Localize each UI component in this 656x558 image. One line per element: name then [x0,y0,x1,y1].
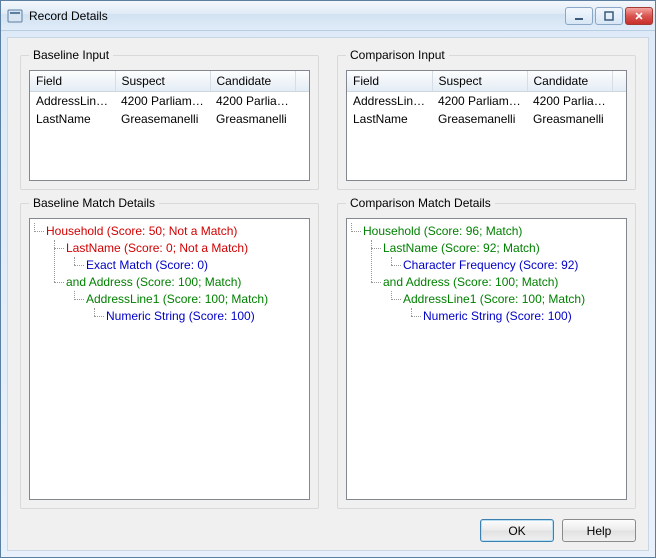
cell-suspect: 4200 Parliame... [432,92,527,111]
col-candidate[interactable]: Candidate [210,71,295,92]
tree-node[interactable]: Numeric String (Score: 100) [106,308,307,325]
table-row[interactable]: AddressLine1 4200 Parliame... 4200 Parli… [347,92,626,111]
col-candidate[interactable]: Candidate [527,71,612,92]
tree-node[interactable]: and Address (Score: 100; Match) AddressL… [383,274,624,325]
col-spacer [612,71,626,92]
col-suspect[interactable]: Suspect [115,71,210,92]
tree-label: Numeric String (Score: 100) [106,309,255,323]
tree-label: Exact Match (Score: 0) [86,258,208,272]
minimize-button[interactable] [565,7,593,25]
window: Record Details Baseline Input [0,0,656,558]
titlebar: Record Details [1,1,655,31]
baseline-input-list[interactable]: Field Suspect Candidate AddressLine1 420… [29,70,310,181]
tree-node[interactable]: LastName (Score: 92; Match) Character Fr… [383,240,624,274]
app-icon [7,8,23,24]
comparison-match-legend: Comparison Match Details [346,196,495,210]
cell-field: AddressLine1 [347,92,432,111]
window-title: Record Details [29,9,565,23]
baseline-match-legend: Baseline Match Details [29,196,159,210]
col-spacer [295,71,309,92]
help-button[interactable]: Help [562,519,636,542]
window-buttons [565,7,653,25]
tree-node[interactable]: AddressLine1 (Score: 100; Match) Numeric… [403,291,624,325]
table-header-row: Field Suspect Candidate [30,71,309,92]
col-field[interactable]: Field [30,71,115,92]
table-row[interactable]: LastName Greasemanelli Greasmanelli [347,110,626,128]
tree-node[interactable]: Character Frequency (Score: 92) [403,257,624,274]
comparison-match-tree[interactable]: Household (Score: 96; Match) LastName (S… [346,218,627,500]
tree-label: AddressLine1 (Score: 100; Match) [86,292,268,306]
tree-node[interactable]: Exact Match (Score: 0) [86,257,307,274]
tree-node[interactable]: Numeric String (Score: 100) [423,308,624,325]
baseline-input-group: Baseline Input Field Suspect Candidate [20,48,319,190]
tree-label: and Address (Score: 100; Match) [383,275,558,289]
tree-label: Household (Score: 96; Match) [363,224,522,238]
tree-label: LastName (Score: 92; Match) [383,241,540,255]
tree-label: AddressLine1 (Score: 100; Match) [403,292,585,306]
tree-label: Household (Score: 50; Not a Match) [46,224,237,238]
tree-node[interactable]: Household (Score: 96; Match) LastName (S… [363,223,624,325]
col-suspect[interactable]: Suspect [432,71,527,92]
tree-label: Numeric String (Score: 100) [423,309,572,323]
client-area: Baseline Input Field Suspect Candidate [7,37,649,551]
cell-field: LastName [30,110,115,128]
cell-candidate: Greasmanelli [210,110,295,128]
close-button[interactable] [625,7,653,25]
table-row[interactable]: AddressLine1 4200 Parliame... 4200 Parli… [30,92,309,111]
comparison-match-group: Comparison Match Details Household (Scor… [337,196,636,509]
maximize-button[interactable] [595,7,623,25]
col-field[interactable]: Field [347,71,432,92]
cell-suspect: Greasemanelli [432,110,527,128]
cell-field: AddressLine1 [30,92,115,111]
tree-label: and Address (Score: 100; Match) [66,275,241,289]
cell-suspect: Greasemanelli [115,110,210,128]
content-grid: Baseline Input Field Suspect Candidate [20,48,636,509]
baseline-match-tree[interactable]: Household (Score: 50; Not a Match) LastN… [29,218,310,500]
cell-field: LastName [347,110,432,128]
dialog-footer: OK Help [20,509,636,542]
cell-candidate: Greasmanelli [527,110,612,128]
table-row[interactable]: LastName Greasemanelli Greasmanelli [30,110,309,128]
comparison-input-table: Field Suspect Candidate AddressLine1 420… [347,71,626,128]
baseline-input-legend: Baseline Input [29,48,113,62]
table-header-row: Field Suspect Candidate [347,71,626,92]
tree-label: Character Frequency (Score: 92) [403,258,578,272]
tree-node[interactable]: AddressLine1 (Score: 100; Match) Numeric… [86,291,307,325]
tree-node[interactable]: LastName (Score: 0; Not a Match) Exact M… [66,240,307,274]
cell-candidate: 4200 Parliame... [210,92,295,111]
comparison-input-list[interactable]: Field Suspect Candidate AddressLine1 420… [346,70,627,181]
baseline-input-table: Field Suspect Candidate AddressLine1 420… [30,71,309,128]
baseline-match-group: Baseline Match Details Household (Score:… [20,196,319,509]
tree-node[interactable]: Household (Score: 50; Not a Match) LastN… [46,223,307,325]
cell-candidate: 4200 Parliame... [527,92,612,111]
cell-suspect: 4200 Parliame... [115,92,210,111]
tree-node[interactable]: and Address (Score: 100; Match) AddressL… [66,274,307,325]
tree-label: LastName (Score: 0; Not a Match) [66,241,248,255]
comparison-input-legend: Comparison Input [346,48,449,62]
comparison-input-group: Comparison Input Field Suspect Candidate [337,48,636,190]
ok-button[interactable]: OK [480,519,554,542]
